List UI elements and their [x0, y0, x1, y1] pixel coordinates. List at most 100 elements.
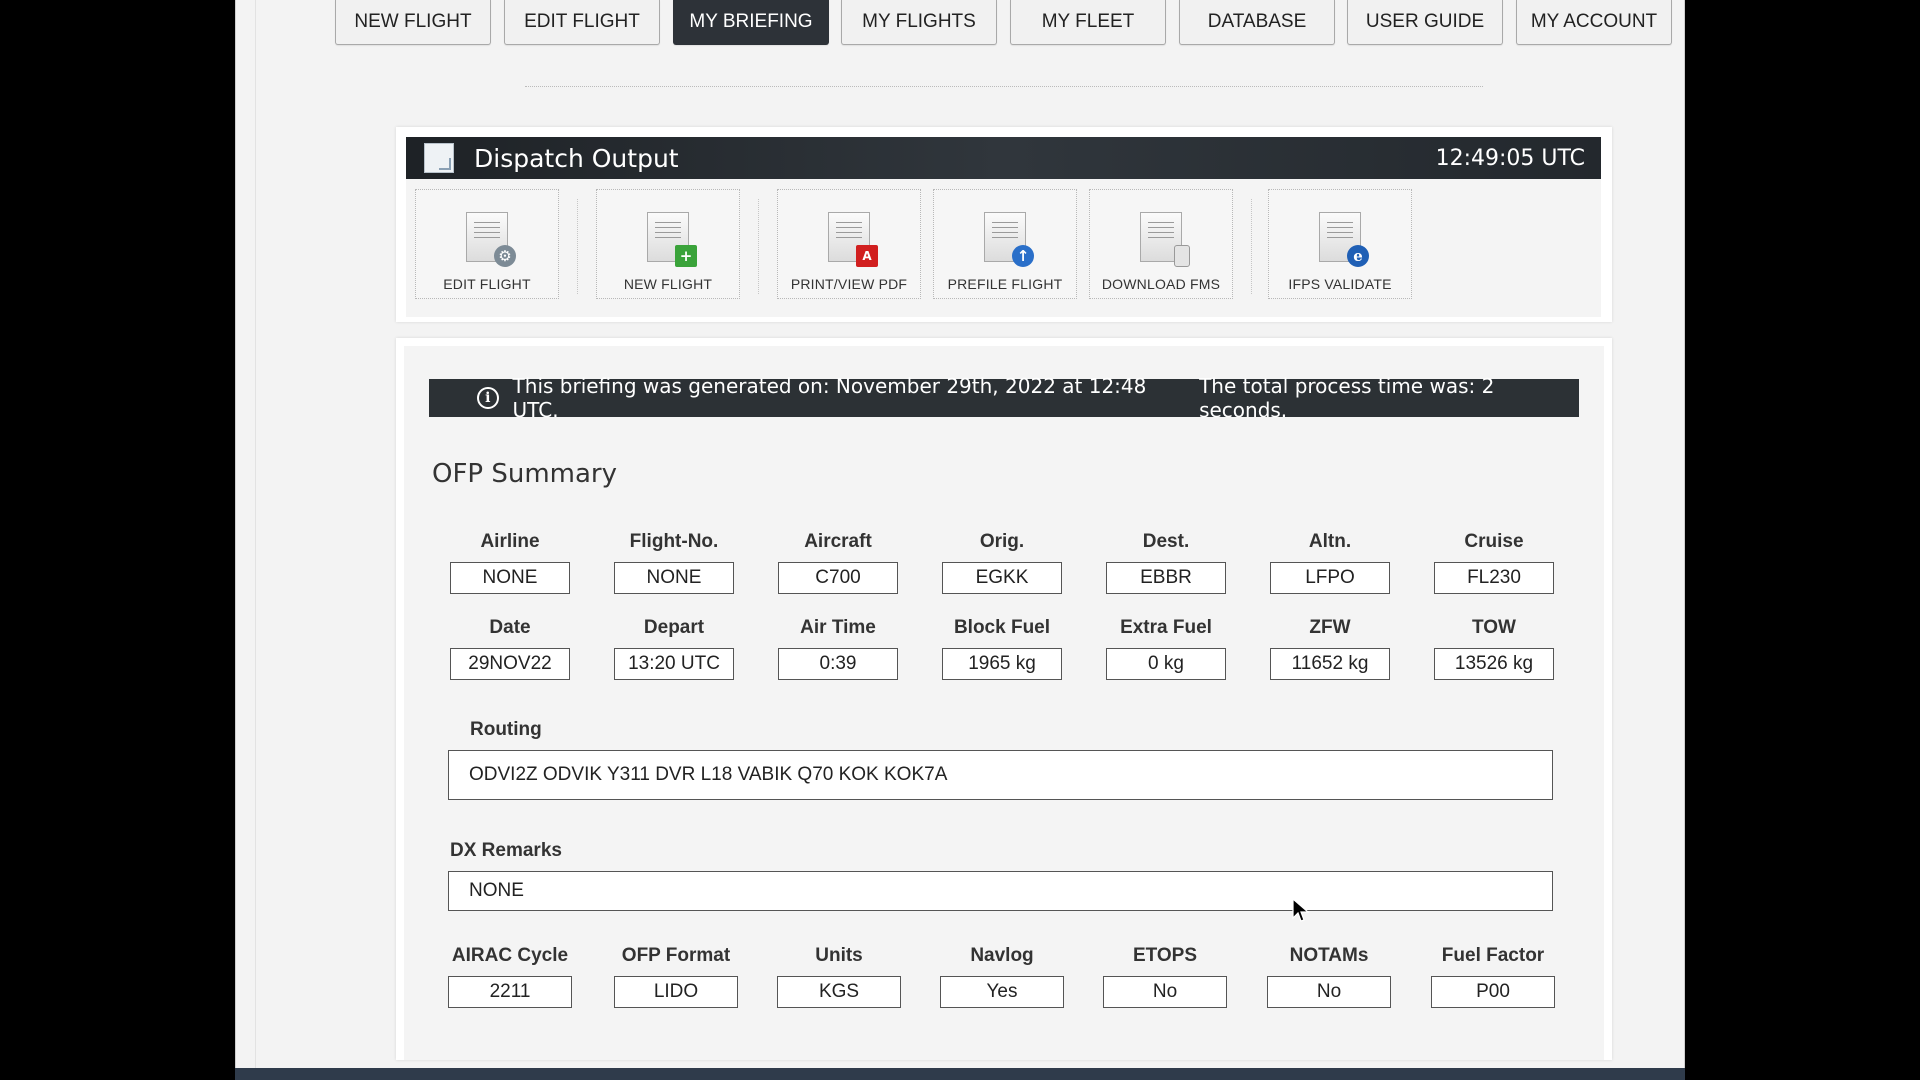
field-label: Fuel Factor [1441, 945, 1545, 966]
field-label: Altn. [1308, 531, 1352, 552]
field-label: Flight-No. [629, 531, 719, 552]
document-icon: e [1319, 212, 1369, 267]
field-navlog: Navlog Yes [940, 945, 1064, 1008]
prefile-flight-button[interactable]: ↑ PREFILE FLIGHT [933, 189, 1077, 299]
field-value: FL230 [1434, 562, 1554, 594]
process-time-text: The total process time was: 2 seconds. [1199, 374, 1495, 422]
download-fms-label: DOWNLOAD FMS [1101, 276, 1221, 292]
field-label: TOW [1472, 617, 1516, 638]
document-icon: ⚙ [466, 212, 516, 267]
dx-remarks-field: NONE [448, 871, 1553, 911]
field-label: Date [489, 617, 531, 638]
field-alternate: Altn. LFPO [1270, 531, 1390, 594]
document-icon [424, 143, 454, 173]
field-value: 29NOV22 [450, 648, 570, 680]
field-label: Dest. [1142, 531, 1190, 552]
field-origin: Orig. EGKK [942, 531, 1062, 594]
dispatch-title: Dispatch Output [474, 143, 679, 173]
validate-icon: e [1347, 245, 1369, 267]
field-label: Cruise [1464, 531, 1524, 552]
field-extra-fuel: Extra Fuel 0 kg [1106, 617, 1226, 680]
nav-divider [525, 86, 1483, 87]
field-value: C700 [778, 562, 898, 594]
tab-my-briefing[interactable]: MY BRIEFING [673, 0, 829, 45]
dispatch-output-panel: Dispatch Output 12:49:05 UTC ⚙ EDIT FLIG… [396, 127, 1612, 322]
routing-field: ODVI2Z ODVIK Y311 DVR L18 VABIK Q70 KOK … [448, 750, 1553, 800]
field-value: LIDO [614, 976, 738, 1008]
gear-icon: ⚙ [494, 245, 516, 267]
field-notams: NOTAMs No [1267, 945, 1391, 1008]
tab-my-flights[interactable]: MY FLIGHTS [841, 0, 997, 45]
field-value: NONE [614, 562, 734, 594]
briefing-panel: i This briefing was generated on: Novemb… [396, 338, 1612, 1060]
generation-info-bar: i This briefing was generated on: Novemb… [429, 374, 1579, 422]
field-label: ETOPS [1132, 945, 1198, 966]
field-units: Units KGS [777, 945, 901, 1008]
field-value: LFPO [1270, 562, 1390, 594]
tab-database[interactable]: DATABASE [1179, 0, 1335, 45]
field-value: NONE [450, 562, 570, 594]
print-view-pdf-button[interactable]: A PRINT/VIEW PDF [777, 189, 921, 299]
new-flight-label: NEW FLIGHT [623, 276, 713, 292]
field-value: 1965 kg [942, 648, 1062, 680]
utc-clock: 12:49:05 UTC [1435, 145, 1585, 171]
field-value: EBBR [1106, 562, 1226, 594]
field-label: Depart [643, 617, 705, 638]
field-fuel-factor: Fuel Factor P00 [1431, 945, 1555, 1008]
new-flight-button[interactable]: + NEW FLIGHT [596, 189, 740, 299]
field-aircraft: Aircraft C700 [778, 531, 898, 594]
field-value: No [1267, 976, 1391, 1008]
field-label: Airline [480, 531, 540, 552]
field-etops: ETOPS No [1103, 945, 1227, 1008]
taskbar-strip [235, 1068, 1685, 1080]
tab-my-account[interactable]: MY ACCOUNT [1516, 0, 1672, 45]
print-view-pdf-label: PRINT/VIEW PDF [790, 276, 908, 292]
field-block-fuel: Block Fuel 1965 kg [942, 617, 1062, 680]
tab-edit-flight[interactable]: EDIT FLIGHT [504, 0, 660, 45]
tab-new-flight[interactable]: NEW FLIGHT [335, 0, 491, 45]
field-label: AIRAC Cycle [451, 945, 569, 966]
device-icon [1174, 245, 1190, 267]
field-label: Air Time [800, 617, 876, 638]
field-flight-no: Flight-No. NONE [614, 531, 734, 594]
field-airline: Airline NONE [450, 531, 570, 594]
document-icon: + [647, 212, 697, 267]
document-icon: ↑ [984, 212, 1034, 267]
toolbar-separator [577, 199, 578, 294]
field-air-time: Air Time 0:39 [778, 617, 898, 680]
field-zfw: ZFW 11652 kg [1270, 617, 1390, 680]
field-destination: Dest. EBBR [1106, 531, 1226, 594]
document-icon: A [828, 212, 878, 267]
upload-icon: ↑ [1012, 245, 1034, 267]
field-label: Units [815, 945, 863, 966]
field-value: 2211 [448, 976, 572, 1008]
ifps-validate-label: IFPS VALIDATE [1288, 276, 1392, 292]
field-value: KGS [777, 976, 901, 1008]
field-value: 0:39 [778, 648, 898, 680]
toolbar-separator [758, 199, 759, 294]
field-label: ZFW [1309, 617, 1351, 638]
info-icon: i [477, 387, 499, 409]
plus-icon: + [675, 245, 697, 267]
page-edge-line [255, 0, 256, 1080]
tab-my-fleet[interactable]: MY FLEET [1010, 0, 1166, 45]
edit-flight-button[interactable]: ⚙ EDIT FLIGHT [415, 189, 559, 299]
generated-on-text: This briefing was generated on: November… [512, 374, 1147, 422]
field-value: EGKK [942, 562, 1062, 594]
field-value: 13:20 UTC [614, 648, 734, 680]
field-date: Date 29NOV22 [450, 617, 570, 680]
field-label: Extra Fuel [1120, 617, 1212, 638]
download-fms-button[interactable]: DOWNLOAD FMS [1089, 189, 1233, 299]
ifps-validate-button[interactable]: e IFPS VALIDATE [1268, 189, 1412, 299]
field-value: 13526 kg [1434, 648, 1554, 680]
prefile-flight-label: PREFILE FLIGHT [947, 276, 1063, 292]
field-value: 0 kg [1106, 648, 1226, 680]
tab-user-guide[interactable]: USER GUIDE [1347, 0, 1503, 45]
field-depart: Depart 13:20 UTC [614, 617, 734, 680]
edit-flight-label: EDIT FLIGHT [443, 276, 531, 292]
dx-remarks-label: DX Remarks [450, 840, 562, 861]
dispatch-header: Dispatch Output 12:49:05 UTC [406, 137, 1601, 179]
field-ofp-format: OFP Format LIDO [614, 945, 738, 1008]
document-icon [1140, 212, 1190, 267]
field-label: Navlog [970, 945, 1034, 966]
